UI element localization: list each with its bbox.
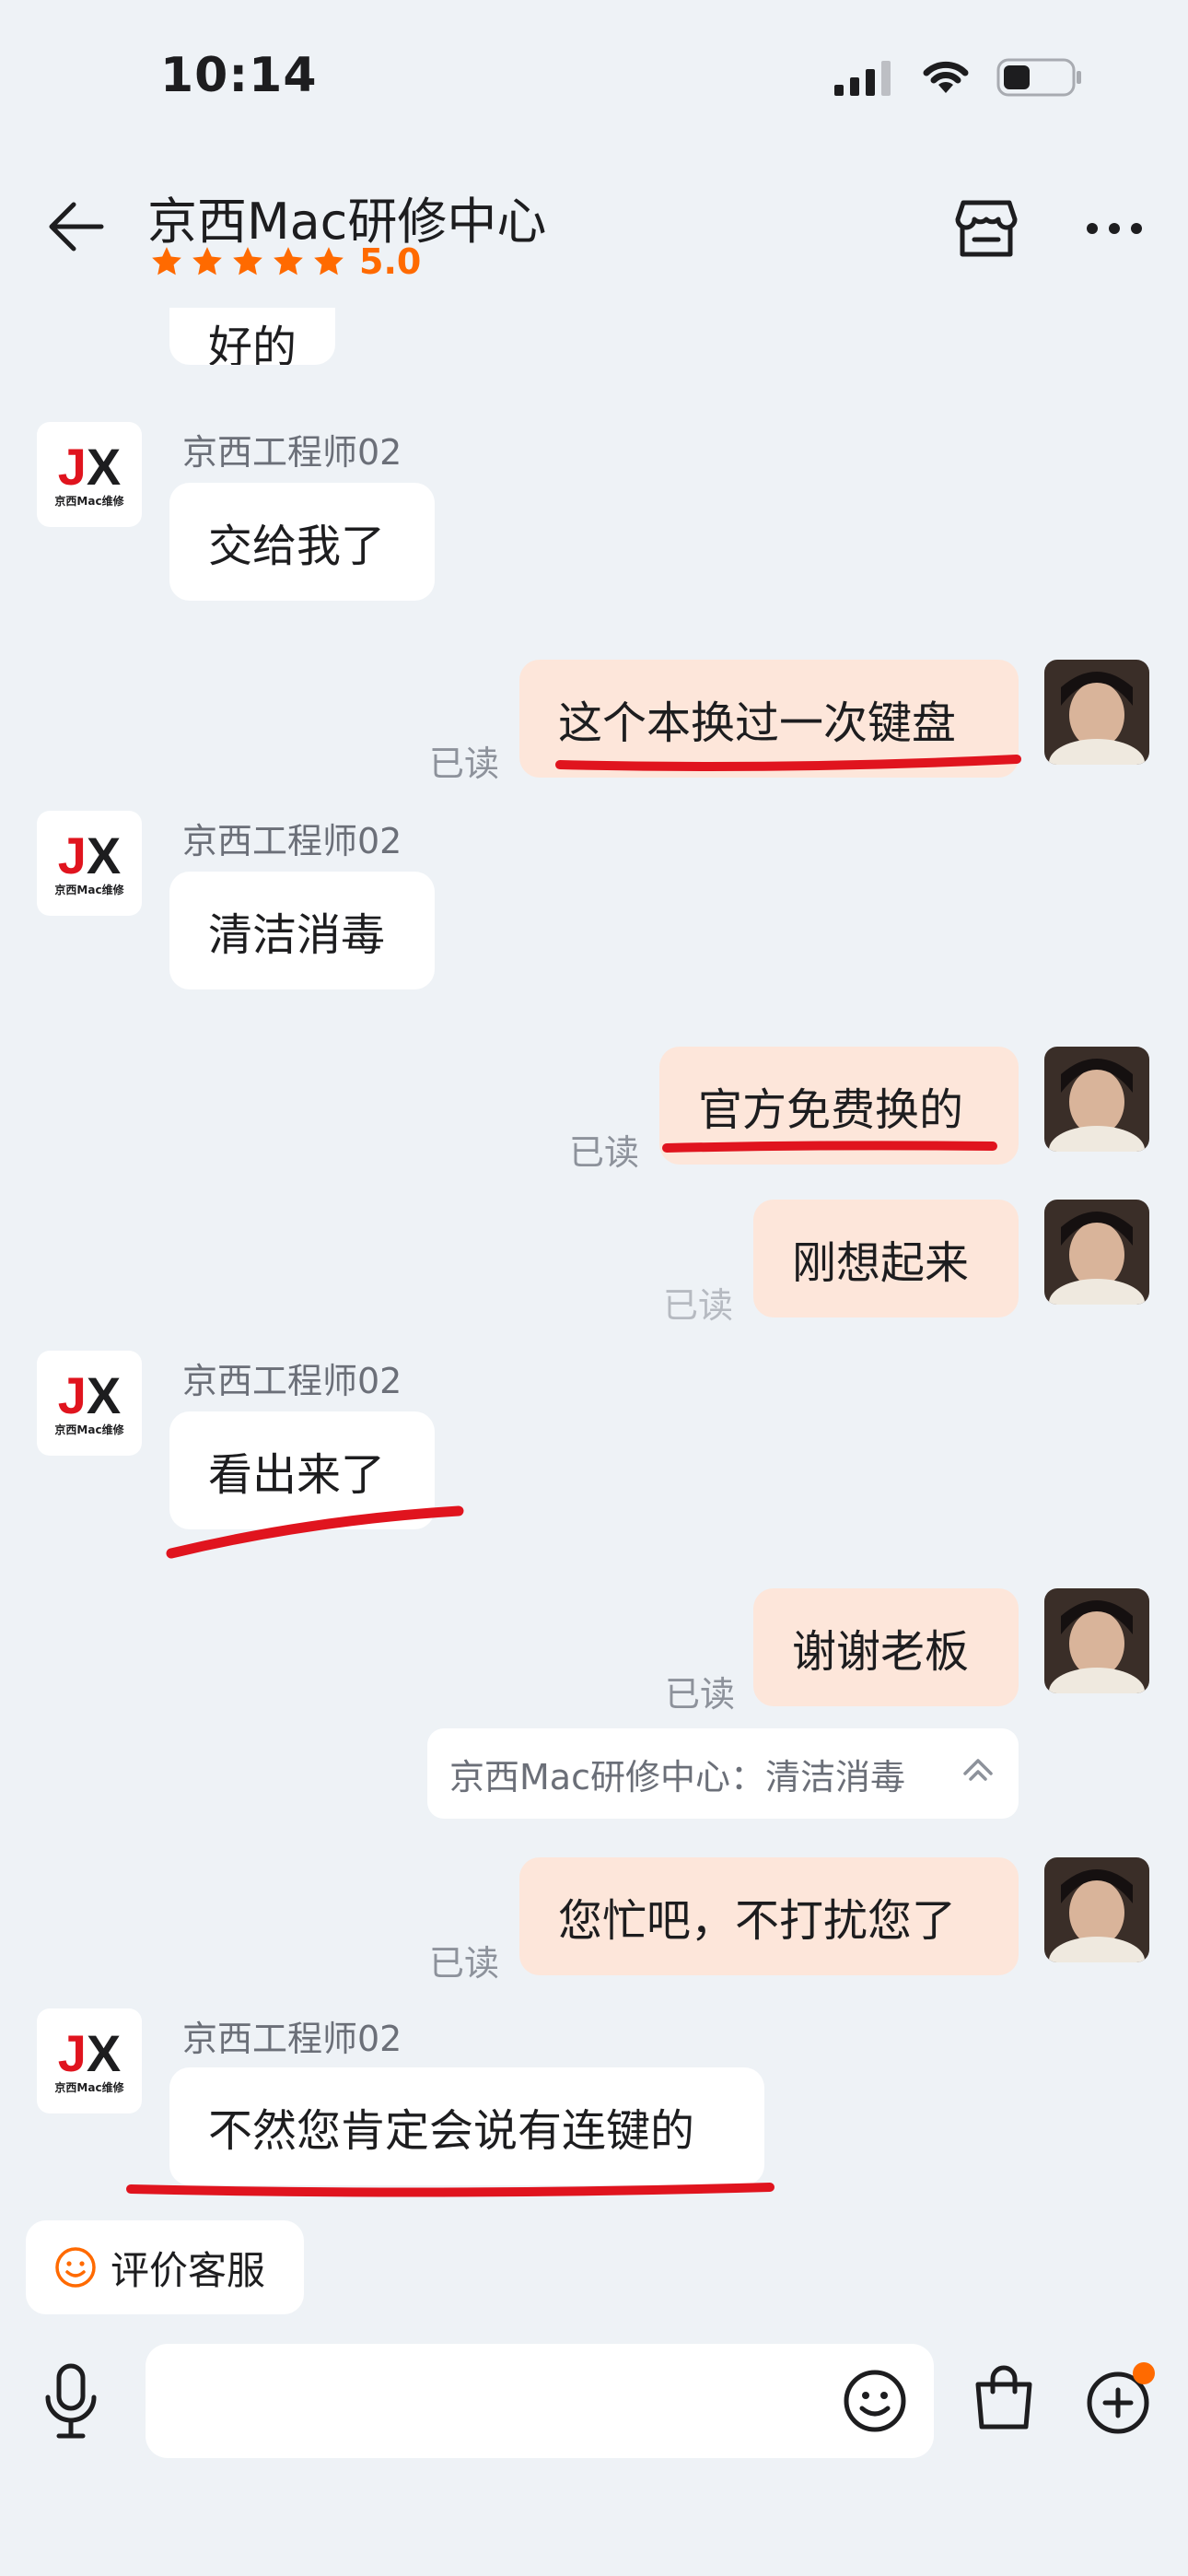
read-status: 已读 bbox=[429, 1943, 500, 1984]
user-avatar-image bbox=[1044, 1857, 1149, 1962]
user-avatar-image bbox=[1044, 1200, 1149, 1305]
user-avatar[interactable] bbox=[1044, 1857, 1149, 1962]
sender-name: 京西工程师02 bbox=[182, 2019, 402, 2059]
read-status: 已读 bbox=[663, 1285, 734, 1326]
rating-value: 5.0 bbox=[359, 241, 422, 282]
message-text: 不然您肯定会说有连键的 bbox=[208, 2105, 695, 2157]
message-input[interactable] bbox=[146, 2344, 934, 2458]
logo-caption: 京西Mac维修 bbox=[54, 1423, 124, 1436]
sender-name: 京西工程师02 bbox=[182, 432, 402, 473]
star-icon bbox=[152, 247, 181, 275]
read-status: 已读 bbox=[429, 744, 500, 784]
more-icon[interactable] bbox=[1085, 221, 1144, 236]
user-avatar-image bbox=[1044, 1588, 1149, 1693]
sender-name: 京西工程师02 bbox=[182, 821, 402, 861]
wifi-icon bbox=[923, 61, 969, 93]
red-underline bbox=[555, 755, 1021, 771]
user-avatar[interactable] bbox=[1044, 1588, 1149, 1693]
shop-avatar[interactable]: JX 京西Mac维修 bbox=[37, 2008, 142, 2113]
logo-caption: 京西Mac维修 bbox=[54, 2080, 124, 2094]
message-text: 刚想起来 bbox=[792, 1237, 970, 1289]
logo-caption: 京西Mac维修 bbox=[54, 494, 124, 508]
message-bubble[interactable]: 不然您肯定会说有连键的 bbox=[169, 2067, 764, 2185]
message-text: 官方免费换的 bbox=[698, 1084, 964, 1136]
back-arrow-icon[interactable] bbox=[46, 201, 105, 252]
message-text: 这个本换过一次键盘 bbox=[558, 697, 957, 749]
shop-icon[interactable] bbox=[954, 199, 1019, 260]
shop-rating: 5.0 bbox=[149, 241, 421, 282]
user-avatar[interactable] bbox=[1044, 660, 1149, 765]
read-status: 已读 bbox=[665, 1674, 736, 1715]
battery-icon bbox=[996, 58, 1081, 97]
message-bubble[interactable]: 刚想起来 bbox=[753, 1200, 1019, 1317]
star-icon bbox=[192, 247, 222, 275]
rate-service-button[interactable]: 评价客服 bbox=[26, 2220, 304, 2314]
message-bubble[interactable]: 交给我了 bbox=[169, 483, 435, 601]
collapse-quote-icon[interactable] bbox=[960, 1755, 996, 1792]
quoted-message[interactable]: 京西Mac研修中心：清洁消毒 bbox=[427, 1728, 1019, 1819]
message-text: 您忙吧，不打扰您了 bbox=[558, 1895, 957, 1947]
star-icon bbox=[274, 247, 303, 275]
message-text: 好的 bbox=[208, 322, 297, 373]
message-text: 清洁消毒 bbox=[208, 909, 386, 961]
user-avatar-image bbox=[1044, 660, 1149, 765]
user-avatar-image bbox=[1044, 1047, 1149, 1152]
red-underline bbox=[166, 1505, 464, 1559]
sender-name: 京西工程师02 bbox=[182, 1361, 402, 1401]
red-underline bbox=[126, 2183, 775, 2197]
rate-service-label: 评价客服 bbox=[111, 2247, 266, 2293]
message-text: 谢谢老板 bbox=[792, 1626, 970, 1678]
user-avatar[interactable] bbox=[1044, 1200, 1149, 1305]
status-time: 10:14 bbox=[160, 48, 318, 103]
message-bubble[interactable]: 您忙吧，不打扰您了 bbox=[519, 1857, 1019, 1975]
plus-icon[interactable] bbox=[1083, 2360, 1160, 2438]
message-bubble[interactable]: 清洁消毒 bbox=[169, 872, 435, 989]
logo-caption: 京西Mac维修 bbox=[54, 883, 124, 896]
star-icon bbox=[314, 247, 344, 275]
bag-icon[interactable] bbox=[971, 2364, 1037, 2432]
shop-avatar[interactable]: JX 京西Mac维修 bbox=[37, 811, 142, 916]
message-text: 交给我了 bbox=[208, 521, 386, 572]
cellular-signal-icon bbox=[834, 61, 891, 96]
read-status: 已读 bbox=[569, 1132, 640, 1173]
status-icons bbox=[834, 57, 1083, 98]
quoted-text: 京西Mac研修中心：清洁消毒 bbox=[449, 1756, 905, 1797]
red-underline bbox=[662, 1141, 997, 1153]
microphone-icon[interactable] bbox=[41, 2362, 101, 2440]
star-icon bbox=[233, 247, 262, 275]
shop-avatar[interactable]: JX 京西Mac维修 bbox=[37, 1351, 142, 1456]
message-bubble[interactable]: 谢谢老板 bbox=[753, 1588, 1019, 1706]
emoji-icon[interactable] bbox=[842, 2368, 908, 2434]
shop-avatar[interactable]: JX 京西Mac维修 bbox=[37, 422, 142, 527]
user-avatar[interactable] bbox=[1044, 1047, 1149, 1152]
smile-icon bbox=[55, 2247, 96, 2288]
